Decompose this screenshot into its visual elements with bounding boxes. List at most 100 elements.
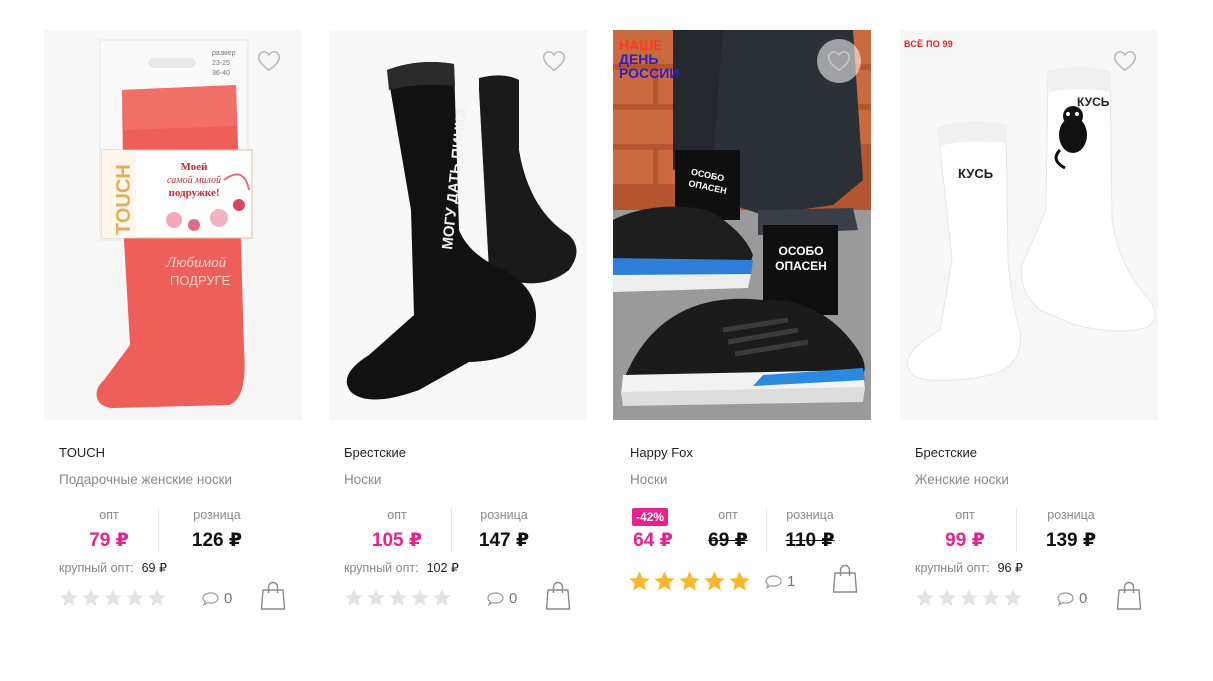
comments-link[interactable]: 1 bbox=[765, 573, 795, 590]
product-card[interactable]: КУСЬ КУСЬ ВСЁ ПО 99 Брестские Женские но… bbox=[900, 30, 1160, 630]
opt-price-column: опт 105 ₽ bbox=[344, 508, 450, 552]
opt-label: опт bbox=[718, 508, 738, 522]
star-icon[interactable] bbox=[1003, 588, 1023, 608]
opt-price-column: опт 99 ₽ bbox=[915, 508, 1015, 552]
star-icon[interactable] bbox=[59, 588, 79, 608]
rating-stars[interactable] bbox=[59, 588, 167, 608]
current-price: 64 ₽ bbox=[633, 530, 673, 551]
comment-bubble-icon bbox=[765, 574, 782, 589]
bulk-price: крупный опт: 69 ₽ bbox=[59, 560, 167, 575]
star-icon[interactable] bbox=[628, 570, 651, 593]
add-to-cart-button[interactable] bbox=[260, 581, 286, 611]
product-brand-link[interactable]: TOUCH bbox=[59, 445, 105, 460]
opt-label: опт bbox=[387, 508, 407, 522]
star-icon[interactable] bbox=[678, 570, 701, 593]
add-to-favorites-button[interactable] bbox=[254, 46, 284, 76]
star-icon[interactable] bbox=[703, 570, 726, 593]
retail-label: розница bbox=[480, 508, 528, 522]
star-icon[interactable] bbox=[147, 588, 167, 608]
product-card[interactable]: МОГУ ДАТЬ ПИНКА Брестские Носки опт 105 … bbox=[329, 30, 589, 630]
product-name: Носки bbox=[344, 472, 382, 487]
size-title: размер bbox=[212, 50, 236, 57]
rating-stars[interactable] bbox=[628, 570, 751, 593]
add-to-favorites-button[interactable] bbox=[1110, 46, 1140, 76]
sock-print-text: ОСОБО bbox=[779, 244, 824, 258]
opt-label: опт bbox=[955, 508, 975, 522]
opt-price: 79 ₽ bbox=[89, 530, 129, 551]
star-icon[interactable] bbox=[981, 588, 1001, 608]
comments-link[interactable]: 0 bbox=[487, 590, 517, 607]
star-icon[interactable] bbox=[728, 570, 751, 593]
star-icon[interactable] bbox=[959, 588, 979, 608]
product-photo[interactable]: МОГУ ДАТЬ ПИНКА bbox=[329, 30, 587, 420]
comments-count: 0 bbox=[509, 590, 518, 607]
opt-price-column: опт 79 ₽ bbox=[59, 508, 159, 552]
star-icon[interactable] bbox=[366, 588, 386, 608]
divider bbox=[766, 508, 767, 552]
heart-outline-icon bbox=[257, 51, 281, 71]
opt-price: 105 ₽ bbox=[371, 530, 423, 551]
product-name: Женские носки bbox=[915, 472, 1009, 487]
star-icon[interactable] bbox=[653, 570, 676, 593]
comments-count: 0 bbox=[1079, 590, 1088, 607]
retail-price: 147 ₽ bbox=[478, 530, 530, 551]
comment-bubble-icon bbox=[1057, 591, 1074, 606]
promo-line: РОССИИ bbox=[619, 65, 680, 81]
star-icon[interactable] bbox=[125, 588, 145, 608]
add-to-favorites-button[interactable] bbox=[817, 39, 861, 83]
add-to-favorites-button[interactable] bbox=[539, 46, 569, 76]
package-text: Моей bbox=[181, 161, 209, 173]
star-icon[interactable] bbox=[432, 588, 452, 608]
sock-print-text: ОПАСЕН bbox=[775, 259, 827, 273]
product-card[interactable]: ОСОБО ОПАСЕН ОСОБО ОПАСЕН НАШЕ ДЕНЬ РОСС… bbox=[613, 30, 873, 630]
star-icon[interactable] bbox=[915, 588, 935, 608]
promo-badge: НАШЕ ДЕНЬ РОССИИ bbox=[619, 38, 679, 80]
retail-label: розница bbox=[193, 508, 241, 522]
divider bbox=[451, 508, 452, 552]
sock-image: размер 23-25 36-40 TOUCH Моей самой мило… bbox=[44, 30, 302, 420]
product-brand-link[interactable]: Happy Fox bbox=[630, 445, 693, 460]
add-to-cart-button[interactable] bbox=[545, 581, 571, 611]
product-card[interactable]: размер 23-25 36-40 TOUCH Моей самой мило… bbox=[44, 30, 304, 630]
price-block: опт 79 ₽ розница 126 ₽ bbox=[59, 508, 299, 558]
star-icon[interactable] bbox=[388, 588, 408, 608]
retail-price: 126 ₽ bbox=[191, 530, 243, 551]
size-value: 23-25 bbox=[212, 60, 230, 67]
star-icon[interactable] bbox=[937, 588, 957, 608]
comment-bubble-icon bbox=[487, 591, 504, 606]
rating-stars[interactable] bbox=[344, 588, 452, 608]
sock-image: МОГУ ДАТЬ ПИНКА bbox=[329, 30, 587, 420]
shopping-bag-icon bbox=[545, 581, 571, 610]
bulk-label: крупный опт: bbox=[915, 561, 990, 575]
size-value: 36-40 bbox=[212, 70, 230, 77]
sock-print-text: ПОДРУГЕ bbox=[170, 273, 231, 288]
comments-link[interactable]: 0 bbox=[1057, 590, 1087, 607]
old-opt-price: 69 ₽ bbox=[708, 530, 748, 551]
add-to-cart-button[interactable] bbox=[832, 564, 858, 594]
add-to-cart-button[interactable] bbox=[1116, 581, 1142, 611]
product-brand-link[interactable]: Брестские bbox=[915, 445, 977, 460]
bulk-value: 96 ₽ bbox=[997, 561, 1023, 575]
product-brand-link[interactable]: Брестские bbox=[344, 445, 406, 460]
comments-link[interactable]: 0 bbox=[202, 590, 232, 607]
bulk-value: 69 ₽ bbox=[141, 561, 167, 575]
current-price-column: 64 ₽ bbox=[628, 508, 678, 552]
sneakers-photo: ОСОБО ОПАСЕН ОСОБО ОПАСЕН bbox=[613, 30, 871, 420]
old-retail-price: 110 ₽ bbox=[785, 530, 835, 551]
rating-stars[interactable] bbox=[915, 588, 1023, 608]
comment-bubble-icon bbox=[202, 591, 219, 606]
retail-label: розница bbox=[1047, 508, 1095, 522]
opt-label: опт bbox=[99, 508, 119, 522]
price-block: -42% 64 ₽ опт 69 ₽ розница 110 ₽ bbox=[628, 508, 868, 558]
sock-print-text: Любимой bbox=[165, 255, 227, 271]
product-photo[interactable]: размер 23-25 36-40 TOUCH Моей самой мило… bbox=[44, 30, 302, 420]
product-photo[interactable]: КУСЬ КУСЬ ВСЁ ПО 99 bbox=[900, 30, 1158, 420]
star-icon[interactable] bbox=[81, 588, 101, 608]
product-photo[interactable]: ОСОБО ОПАСЕН ОСОБО ОПАСЕН НАШЕ ДЕНЬ РОСС… bbox=[613, 30, 871, 420]
star-icon[interactable] bbox=[103, 588, 123, 608]
price-block: опт 99 ₽ розница 139 ₽ bbox=[915, 508, 1155, 558]
star-icon[interactable] bbox=[344, 588, 364, 608]
star-icon[interactable] bbox=[410, 588, 430, 608]
comments-count: 0 bbox=[224, 590, 233, 607]
bulk-price: крупный опт: 96 ₽ bbox=[915, 560, 1023, 575]
